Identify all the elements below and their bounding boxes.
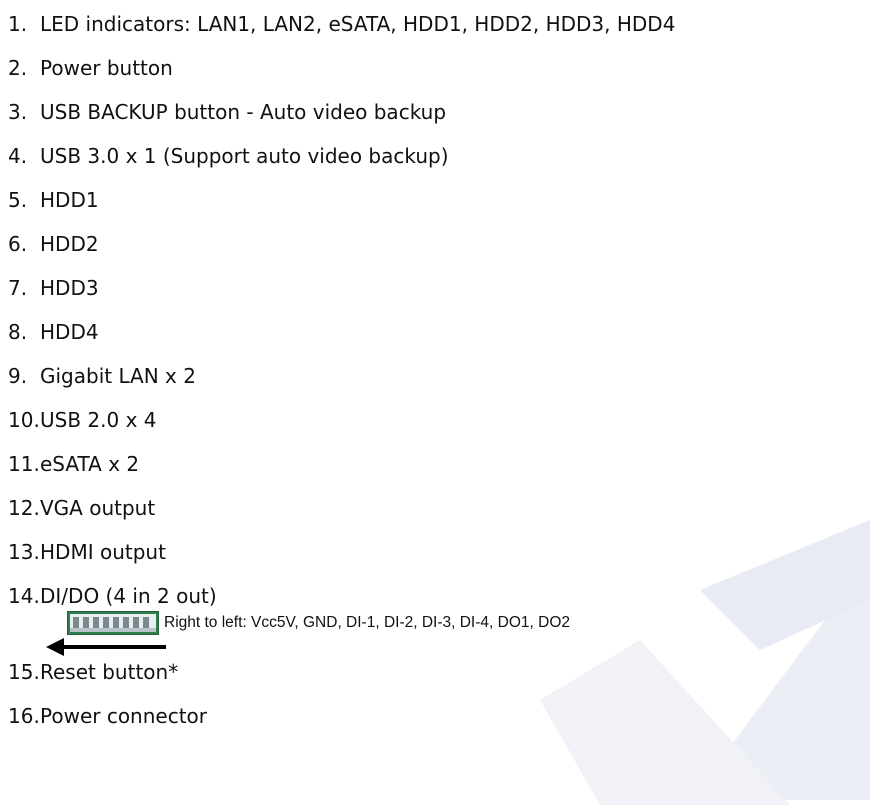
item-number: 7. — [8, 276, 28, 300]
item-number: 6. — [8, 232, 28, 256]
item-text: HDD2 — [40, 232, 99, 256]
item-number: 5. — [8, 188, 28, 212]
item-text: Power connector — [40, 704, 208, 728]
list-item: 9. Gigabit LAN x 2 — [8, 361, 870, 405]
item-number: 3. — [8, 100, 28, 124]
item-number: 14. — [8, 584, 40, 608]
list-item: 12.VGA output — [8, 493, 870, 537]
list-item: 8. HDD4 — [8, 317, 870, 361]
left-arrow-icon — [46, 638, 166, 656]
list-item: 11.eSATA x 2 — [8, 449, 870, 493]
item-text: eSATA x 2 — [40, 452, 140, 476]
item-text: USB 3.0 x 1 (Support auto video backup) — [40, 144, 449, 168]
item-text: Power button — [40, 56, 173, 80]
item-text: DI/DO (4 in 2 out) — [40, 584, 217, 608]
item-number: 9. — [8, 364, 28, 388]
dido-pinout-note: Right to left: Vcc5V, GND, DI-1, DI-2, D… — [8, 611, 870, 657]
list-item: 3. USB BACKUP button - Auto video backup — [8, 97, 870, 141]
item-number: 10. — [8, 408, 40, 432]
item-number: 1. — [8, 12, 28, 36]
list-item: 13.HDMI output — [8, 537, 870, 581]
item-text: VGA output — [40, 496, 156, 520]
item-text: HDMI output — [40, 540, 166, 564]
item-text: USB 2.0 x 4 — [40, 408, 157, 432]
item-text: HDD3 — [40, 276, 99, 300]
list-item: 10.USB 2.0 x 4 — [8, 405, 870, 449]
list-item: 6. HDD2 — [8, 229, 870, 273]
list-item: 16.Power connector — [8, 701, 870, 745]
item-number: 15. — [8, 660, 40, 684]
item-number: 16. — [8, 704, 40, 728]
item-text: HDD4 — [40, 320, 99, 344]
item-number: 2. — [8, 56, 28, 80]
list-item: 15.Reset button* — [8, 657, 870, 701]
list-item: 1. LED indicators: LAN1, LAN2, eSATA, HDD… — [8, 9, 870, 53]
item-number: 8. — [8, 320, 28, 344]
list-item: 5. HDD1 — [8, 185, 870, 229]
terminal-block-connector-icon — [67, 611, 159, 635]
item-text: USB BACKUP button - Auto video backup — [40, 100, 447, 124]
item-text: Reset button* — [40, 660, 179, 684]
item-number: 4. — [8, 144, 28, 168]
list-item: 4. USB 3.0 x 1 (Support auto video backup… — [8, 141, 870, 185]
item-text: Gigabit LAN x 2 — [40, 364, 196, 388]
list-item: 2. Power button — [8, 53, 870, 97]
item-text: HDD1 — [40, 188, 99, 212]
item-number: 12. — [8, 496, 40, 520]
dido-pin-order-text: Right to left: Vcc5V, GND, DI-1, DI-2, D… — [164, 614, 570, 631]
item-text: LED indicators: LAN1, LAN2, eSATA, HDD1,… — [40, 12, 676, 36]
list-item: 7. HDD3 — [8, 273, 870, 317]
item-number: 11. — [8, 452, 40, 476]
item-number: 13. — [8, 540, 40, 564]
feature-list: 1. LED indicators: LAN1, LAN2, eSATA, HDD… — [8, 9, 870, 745]
